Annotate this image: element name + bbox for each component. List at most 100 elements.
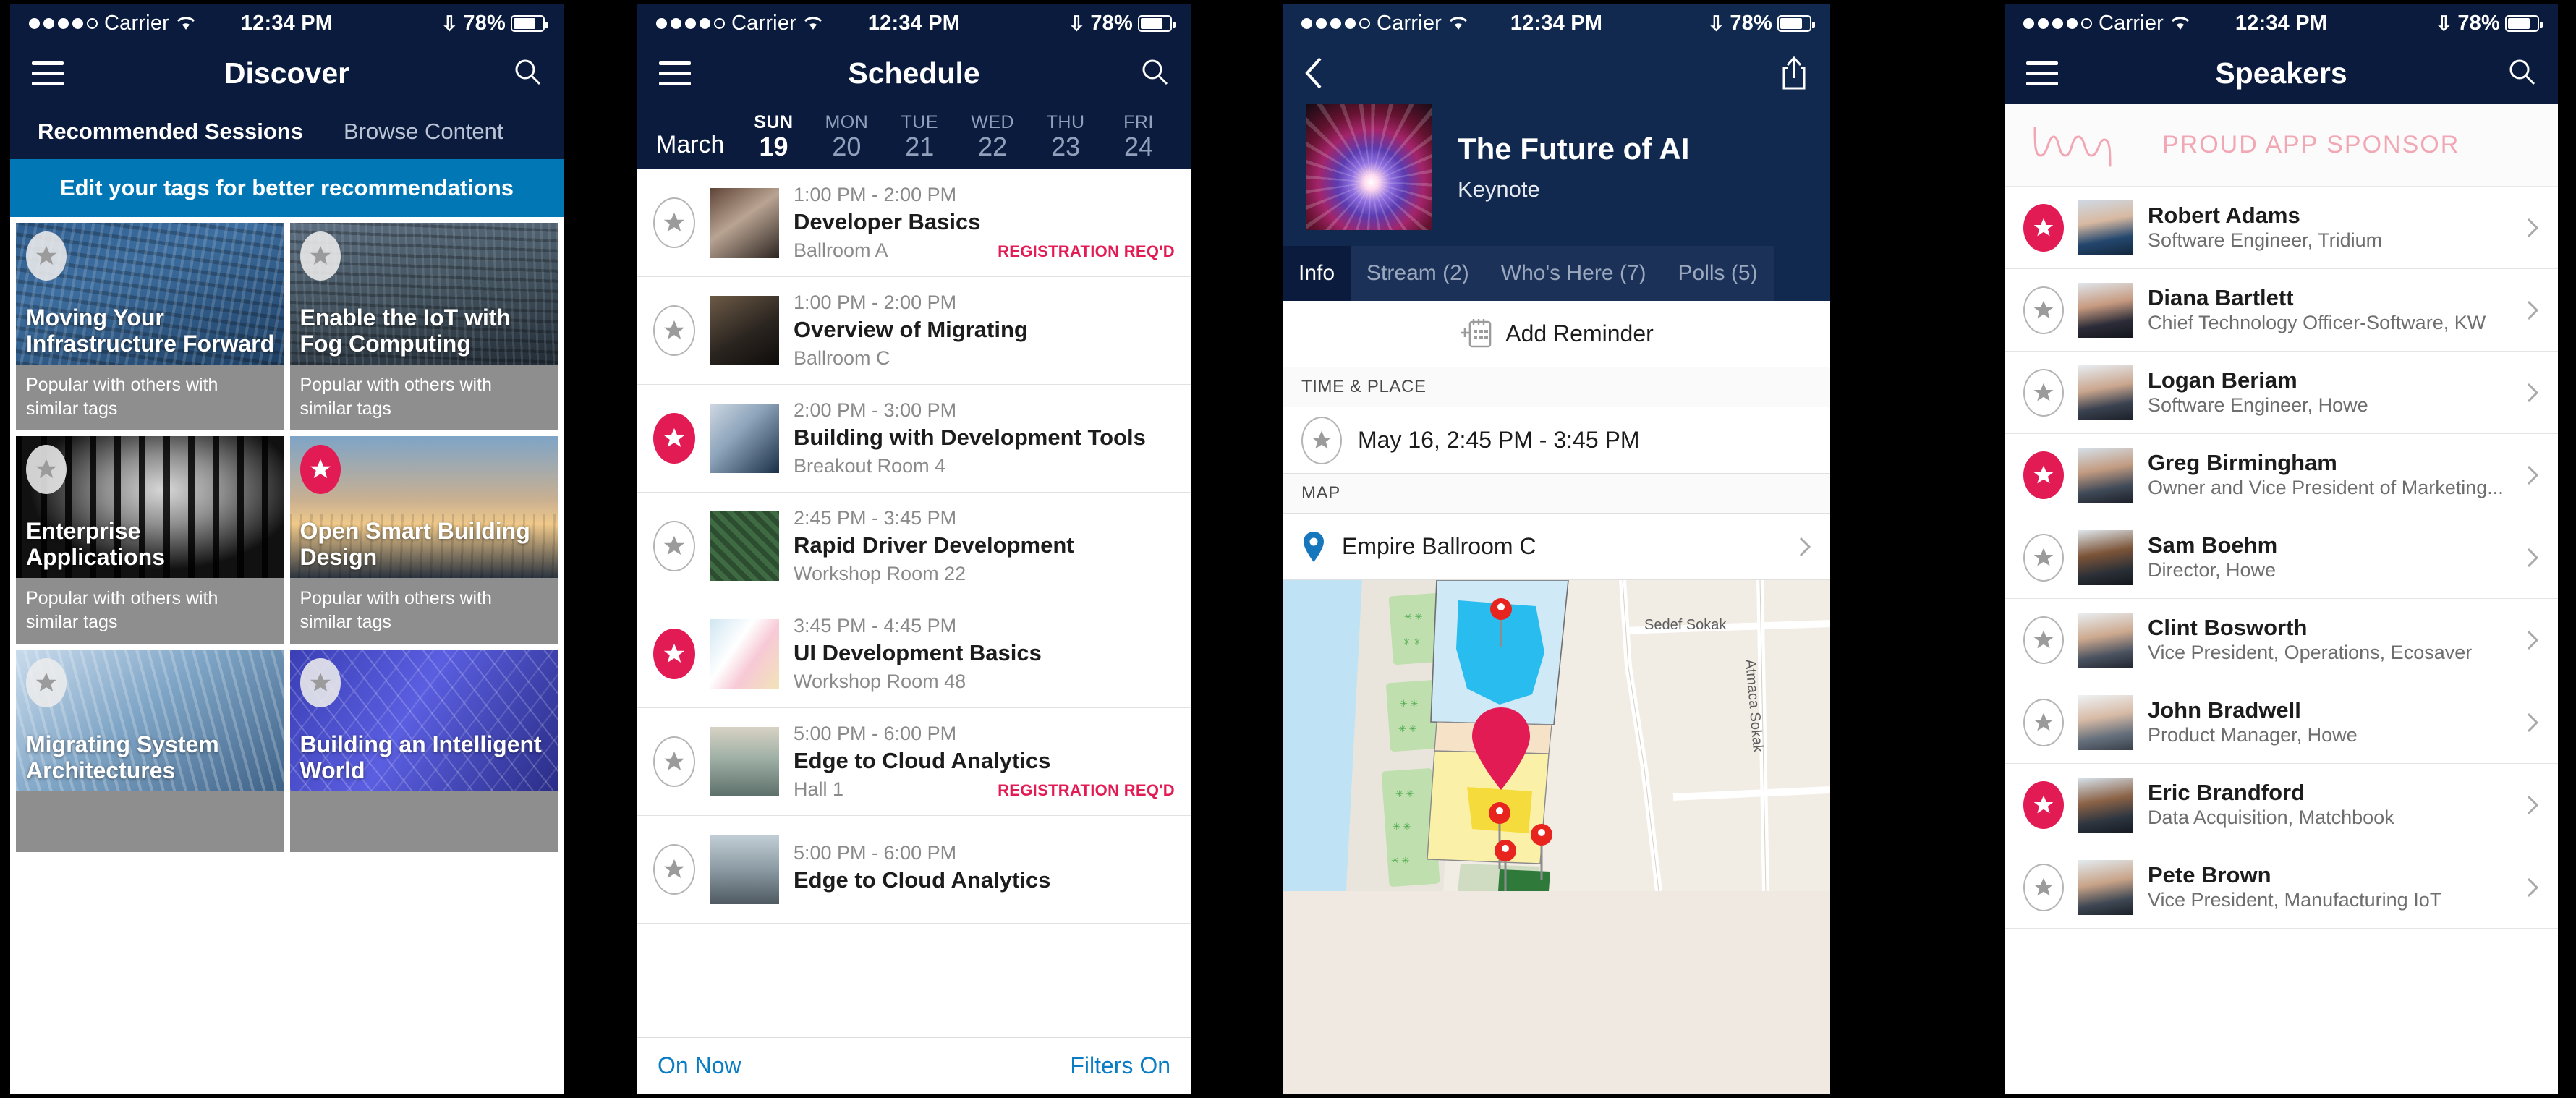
map-location-row[interactable]: Empire Ballroom C — [1283, 514, 1830, 580]
wifi-icon — [803, 15, 823, 31]
filters-button[interactable]: Filters On — [1070, 1052, 1170, 1079]
session-detail-screen: Carrier 12:34 PM ⇩ 78% The Future of AI … — [1283, 4, 1830, 1094]
speakers-navbar: Speakers — [2005, 42, 2558, 104]
recommendation-tile[interactable]: Enterprise Applications Popular with oth… — [16, 436, 284, 644]
tab-stream[interactable]: Stream (2) — [1351, 246, 1485, 301]
share-icon[interactable] — [1780, 56, 1808, 90]
speaker-role: Director, Howe — [2148, 559, 2277, 582]
speaker-row[interactable]: Greg Birmingham Owner and Vice President… — [2005, 434, 2558, 516]
favorite-star-icon[interactable] — [26, 658, 67, 707]
speaker-info: Greg Birmingham Owner and Vice President… — [2148, 450, 2512, 499]
search-icon[interactable] — [513, 57, 542, 90]
session-row[interactable]: 1:00 PM - 2:00 PM Developer Basics Ballr… — [637, 169, 1191, 277]
recommendation-tile[interactable]: Moving Your Infrastructure Forward Popul… — [16, 223, 284, 430]
search-icon[interactable] — [1140, 57, 1169, 90]
session-row[interactable]: 3:45 PM - 4:45 PM UI Development Basics … — [637, 600, 1191, 708]
tile-subtitle: Popular with others with similar tags — [16, 365, 284, 430]
speaker-name: John Bradwell — [2148, 697, 2301, 723]
speaker-role: Owner and Vice President of Marketing... — [2148, 477, 2504, 499]
day-wed[interactable]: WED 22 — [959, 112, 1026, 161]
avatar — [2078, 282, 2133, 338]
favorite-star-icon[interactable] — [653, 521, 695, 571]
schedule-bottom-bar: On Now Filters On — [637, 1037, 1191, 1094]
favorite-star-icon[interactable] — [653, 629, 695, 679]
session-row[interactable]: 1:00 PM - 2:00 PM Overview of Migrating … — [637, 277, 1191, 385]
signal-dots-icon — [2023, 17, 2092, 29]
favorite-star-icon[interactable] — [2023, 616, 2064, 664]
day-fri[interactable]: FRI 24 — [1105, 112, 1172, 161]
favorite-star-icon[interactable] — [2023, 698, 2064, 746]
session-row[interactable]: 5:00 PM - 6:00 PM Edge to Cloud Analytic… — [637, 708, 1191, 816]
favorite-star-icon[interactable] — [2023, 286, 2064, 334]
favorite-star-icon[interactable] — [2023, 451, 2064, 499]
favorite-star-icon[interactable] — [653, 736, 695, 787]
speaker-row[interactable]: Pete Brown Vice President, Manufacturing… — [2005, 846, 2558, 929]
favorite-star-icon[interactable] — [1301, 416, 1342, 464]
time-place-row[interactable]: May 16, 2:45 PM - 3:45 PM — [1283, 407, 1830, 474]
on-now-button[interactable]: On Now — [658, 1052, 741, 1079]
day-mon[interactable]: MON 20 — [813, 112, 880, 161]
add-reminder-button[interactable]: Add Reminder — [1283, 301, 1830, 367]
day-of-week: TUE — [901, 112, 939, 133]
day-thu[interactable]: THU 23 — [1032, 112, 1099, 161]
tab-recommended-sessions[interactable]: Recommended Sessions — [38, 119, 303, 145]
speaker-row[interactable]: John Bradwell Product Manager, Howe — [2005, 681, 2558, 764]
sponsor-banner[interactable]: PROUD APP SPONSOR — [2005, 104, 2558, 187]
speaker-row[interactable]: Robert Adams Software Engineer, Tridium — [2005, 187, 2558, 269]
search-icon[interactable] — [2507, 57, 2536, 90]
hamburger-icon[interactable] — [2026, 61, 2058, 85]
favorite-star-icon[interactable] — [2023, 863, 2064, 911]
schedule-screen: Carrier 12:34 PM ⇩ 78% Schedule March SU… — [637, 4, 1191, 1094]
session-row[interactable]: 2:45 PM - 3:45 PM Rapid Driver Developme… — [637, 493, 1191, 600]
speaker-role: Vice President, Operations, Ecosaver — [2148, 642, 2473, 664]
favorite-star-icon[interactable] — [299, 445, 341, 494]
tile-title: Enable the IoT with Fog Computing — [299, 305, 511, 357]
favorite-star-icon[interactable] — [2023, 368, 2064, 417]
day-number: 20 — [832, 132, 862, 162]
edit-tags-banner[interactable]: Edit your tags for better recommendation… — [10, 159, 564, 217]
venue-map[interactable]: ✳ ✳ ✳ ✳ ✳ ✳ ✳ ✳ ✳ ✳ ✳ ✳ ✳ ✳ Sedef Sokak … — [1283, 580, 1830, 1094]
favorite-star-icon[interactable] — [653, 305, 695, 356]
speaker-name: Sam Boehm — [2148, 532, 2278, 558]
tab-info[interactable]: Info — [1283, 246, 1351, 301]
hamburger-icon[interactable] — [32, 61, 64, 85]
speaker-row[interactable]: Diana Bartlett Chief Technology Officer-… — [2005, 269, 2558, 352]
favorite-star-icon[interactable] — [26, 231, 67, 281]
tab-polls[interactable]: Polls (5) — [1662, 246, 1774, 301]
session-row[interactable]: 5:00 PM - 6:00 PM Edge to Cloud Analytic… — [637, 816, 1191, 924]
favorite-star-icon[interactable] — [653, 197, 695, 248]
favorite-star-icon[interactable] — [26, 445, 67, 494]
tile-image: Enterprise Applications — [16, 436, 284, 578]
session-row[interactable]: 2:00 PM - 3:00 PM Building with Developm… — [637, 385, 1191, 493]
speaker-row[interactable]: Logan Beriam Software Engineer, Howe — [2005, 352, 2558, 434]
favorite-star-icon[interactable] — [2023, 780, 2064, 829]
chevron-right-icon — [1799, 537, 1811, 556]
session-thumbnail — [710, 619, 779, 689]
favorite-star-icon[interactable] — [299, 231, 341, 281]
map-street-label: Sedef Sokak — [1644, 617, 1727, 633]
tile-image: Building an Intelligent World — [289, 650, 558, 791]
favorite-star-icon[interactable] — [653, 413, 695, 464]
discover-tabs: Recommended Sessions Browse Content — [10, 104, 564, 159]
speaker-row[interactable]: Eric Brandford Data Acquisition, Matchbo… — [2005, 764, 2558, 846]
recommendation-tile[interactable]: Open Smart Building Design Popular with … — [289, 436, 558, 644]
chevron-left-icon[interactable] — [1304, 56, 1323, 90]
tab-browse-content[interactable]: Browse Content — [344, 119, 503, 145]
day-tue[interactable]: TUE 21 — [886, 112, 953, 161]
favorite-star-icon[interactable] — [653, 844, 695, 895]
map-pin-icon — [1304, 531, 1324, 562]
recommendation-tile[interactable]: Migrating System Architectures — [16, 650, 284, 852]
favorite-star-icon[interactable] — [2023, 533, 2064, 582]
speaker-row[interactable]: Clint Bosworth Vice President, Operation… — [2005, 599, 2558, 681]
hamburger-icon[interactable] — [659, 61, 691, 85]
favorite-star-icon[interactable] — [299, 658, 341, 707]
status-right: ⇩ 78% — [1708, 12, 1815, 35]
tab-whos-here[interactable]: Who's Here (7) — [1484, 246, 1662, 301]
favorite-star-icon[interactable] — [2023, 203, 2064, 252]
day-sun[interactable]: SUN 19 — [740, 112, 807, 161]
tile-subtitle: Popular with others with similar tags — [16, 578, 284, 644]
recommendation-tile[interactable]: Building an Intelligent World — [289, 650, 558, 852]
recommendation-tile[interactable]: Enable the IoT with Fog Computing Popula… — [289, 223, 558, 430]
session-room: Workshop Room 22 — [794, 563, 966, 584]
speaker-row[interactable]: Sam Boehm Director, Howe — [2005, 516, 2558, 599]
